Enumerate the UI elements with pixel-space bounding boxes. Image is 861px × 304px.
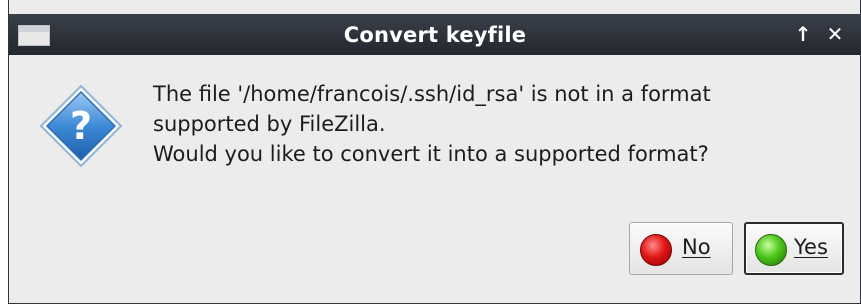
close-icon[interactable]: ✕: [823, 21, 847, 47]
yes-button[interactable]: Yes: [744, 222, 844, 275]
convert-keyfile-dialog: Convert keyfile ↑ ✕ ? The file '/home/fr…: [8, 0, 861, 304]
titlebar[interactable]: Convert keyfile ↑ ✕: [9, 14, 861, 55]
svg-text:?: ?: [70, 104, 92, 148]
green-circle-icon: [755, 234, 787, 266]
no-button[interactable]: No: [629, 222, 733, 275]
dialog-message: The file '/home/francois/.ssh/id_rsa' is…: [153, 79, 853, 169]
message-line: supported by FileZilla.: [153, 112, 386, 136]
question-icon: ?: [39, 84, 123, 168]
message-line: Would you like to convert it into a supp…: [153, 142, 709, 166]
yes-button-label: Yes: [794, 235, 828, 259]
maximize-icon[interactable]: ↑: [791, 21, 815, 47]
no-button-label: No: [682, 235, 711, 259]
dialog-title: Convert keyfile: [343, 23, 527, 47]
message-line: The file '/home/francois/.ssh/id_rsa' is…: [153, 82, 711, 106]
red-circle-icon: [640, 234, 672, 266]
